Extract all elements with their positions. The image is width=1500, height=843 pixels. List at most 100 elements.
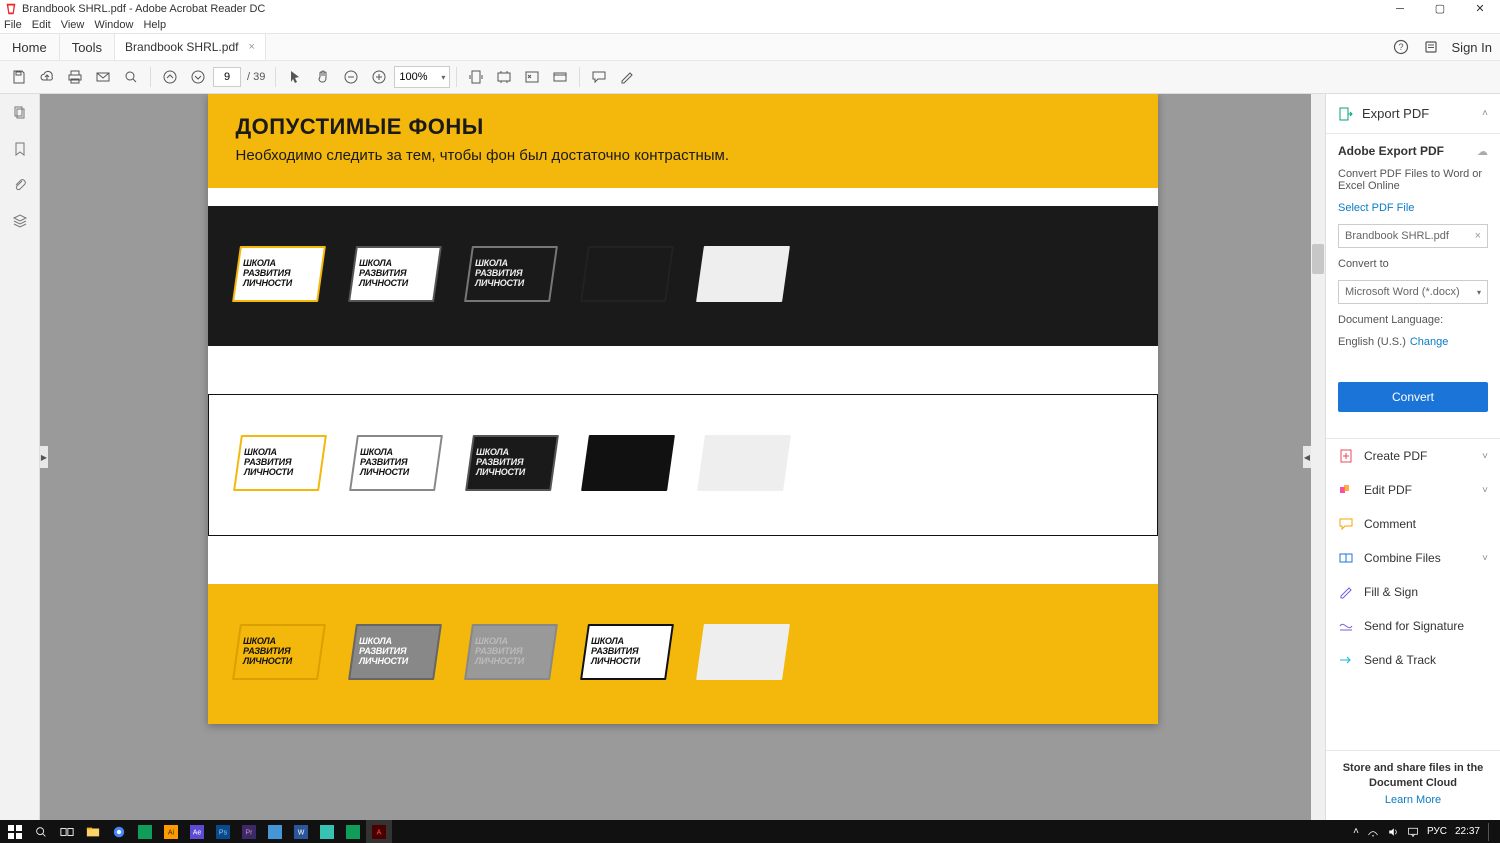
collapse-right-icon[interactable]: ◀ — [1303, 446, 1311, 468]
tab-row: Home Tools Brandbook SHRL.pdf × ? Sign I… — [0, 33, 1500, 61]
show-desktop-button[interactable] — [1488, 823, 1494, 841]
logo-variant: ШКОЛАРАЗВИТИЯЛИЧНОСТИ — [580, 624, 674, 680]
send-signature-icon — [1338, 618, 1354, 634]
page-number-input[interactable] — [213, 67, 241, 87]
hand-icon[interactable] — [310, 64, 336, 90]
cloud-upload-icon[interactable] — [34, 64, 60, 90]
tool-send-signature[interactable]: Send for Signature — [1326, 609, 1500, 643]
taskbar-app-photoshop[interactable]: Ps — [210, 820, 236, 843]
taskbar-app-4[interactable] — [340, 820, 366, 843]
select-file-link[interactable]: Select PDF File — [1338, 202, 1488, 214]
separator — [275, 67, 276, 87]
help-icon[interactable]: ? — [1392, 38, 1410, 56]
convert-format-select[interactable]: Microsoft Word (*.docx) ▾ — [1338, 280, 1488, 304]
taskbar-app-aftereffects[interactable]: Ae — [184, 820, 210, 843]
arrow-cursor-icon[interactable] — [282, 64, 308, 90]
fullscreen-icon[interactable] — [519, 64, 545, 90]
tab-tools[interactable]: Tools — [60, 34, 115, 60]
taskbar-app-premiere[interactable]: Pr — [236, 820, 262, 843]
save-icon[interactable] — [6, 64, 32, 90]
thumbnails-icon[interactable] — [9, 102, 31, 124]
taskbar-app-explorer[interactable] — [80, 820, 106, 843]
taskbar-app-chrome[interactable] — [106, 820, 132, 843]
tray-show-hidden-icon[interactable]: ˄ — [1353, 826, 1359, 837]
page-viewport[interactable]: ▶ ДОПУСТИМЫЕ ФОНЫ Необходимо следить за … — [40, 94, 1325, 820]
page-down-icon[interactable] — [185, 64, 211, 90]
tab-home[interactable]: Home — [0, 34, 60, 60]
maximize-button[interactable]: ▢ — [1420, 0, 1460, 17]
export-pdf-header[interactable]: Export PDF ˄ — [1326, 94, 1500, 134]
tray-action-center-icon[interactable] — [1407, 826, 1419, 838]
separator — [456, 67, 457, 87]
layers-icon[interactable] — [9, 210, 31, 232]
zoom-select[interactable]: 100% ▾ — [394, 66, 450, 88]
start-button[interactable] — [2, 820, 28, 843]
create-pdf-icon — [1338, 448, 1354, 464]
logo-row-light: ШКОЛАРАЗВИТИЯЛИЧНОСТИ ШКОЛАРАЗВИТИЯЛИЧНО… — [208, 394, 1158, 536]
tab-close-icon[interactable]: × — [248, 41, 254, 53]
logo-row-yellow: ШКОЛАРАЗВИТИЯЛИЧНОСТИ ШКОЛАРАЗВИТИЯЛИЧНО… — [208, 584, 1158, 724]
clear-file-icon[interactable]: × — [1475, 230, 1481, 242]
logo-variant — [581, 435, 675, 491]
taskbar-app-1[interactable] — [132, 820, 158, 843]
menu-file[interactable]: File — [4, 19, 22, 31]
close-button[interactable]: ✕ — [1460, 0, 1500, 17]
menu-edit[interactable]: Edit — [32, 19, 51, 31]
tab-document[interactable]: Brandbook SHRL.pdf × — [115, 34, 266, 60]
email-icon[interactable] — [90, 64, 116, 90]
doc-language-label: Document Language: — [1338, 314, 1488, 326]
fit-page-icon[interactable] — [463, 64, 489, 90]
windows-taskbar: Ai Ae Ps Pr W A ˄ РУС 22:37 — [0, 820, 1500, 843]
window-title: Brandbook SHRL.pdf - Adobe Acrobat Reade… — [22, 3, 265, 15]
taskbar-app-3[interactable] — [314, 820, 340, 843]
tool-comment[interactable]: Comment — [1326, 507, 1500, 541]
notification-icon[interactable] — [1422, 38, 1440, 56]
learn-more-link[interactable]: Learn More — [1385, 794, 1441, 806]
read-mode-icon[interactable] — [547, 64, 573, 90]
comment-icon[interactable] — [586, 64, 612, 90]
zoom-out-icon[interactable] — [338, 64, 364, 90]
chevron-down-icon: ▾ — [441, 73, 445, 82]
search-button[interactable] — [28, 820, 54, 843]
tray-network-icon[interactable] — [1367, 826, 1379, 838]
taskbar-app-acrobat-active[interactable]: A — [366, 820, 392, 843]
collapse-left-icon[interactable]: ▶ — [40, 446, 48, 468]
fit-width-icon[interactable] — [491, 64, 517, 90]
tray-volume-icon[interactable] — [1387, 826, 1399, 838]
zoom-in-icon[interactable] — [366, 64, 392, 90]
tool-create-pdf[interactable]: Create PDF ˅ — [1326, 439, 1500, 473]
tray-clock[interactable]: 22:37 — [1455, 826, 1480, 837]
tool-send-track[interactable]: Send & Track — [1326, 643, 1500, 677]
scrollbar[interactable] — [1311, 94, 1325, 820]
search-icon[interactable] — [118, 64, 144, 90]
menu-window[interactable]: Window — [94, 19, 133, 31]
tool-fill-sign[interactable]: Fill & Sign — [1326, 575, 1500, 609]
highlight-icon[interactable] — [614, 64, 640, 90]
attachments-icon[interactable] — [9, 174, 31, 196]
menu-view[interactable]: View — [61, 19, 85, 31]
change-language-link[interactable]: Change — [1410, 336, 1449, 348]
send-track-icon — [1338, 652, 1354, 668]
taskbar-app-illustrator[interactable]: Ai — [158, 820, 184, 843]
file-display[interactable]: Brandbook SHRL.pdf × — [1338, 224, 1488, 248]
bookmarks-icon[interactable] — [9, 138, 31, 160]
right-panel-footer: Store and share files in the Document Cl… — [1326, 750, 1500, 820]
page-up-icon[interactable] — [157, 64, 183, 90]
logo-variant: ШКОЛАРАЗВИТИЯЛИЧНОСТИ — [464, 246, 558, 302]
separator — [150, 67, 151, 87]
language-value: English (U.S.) — [1338, 336, 1406, 348]
menu-help[interactable]: Help — [143, 19, 166, 31]
sign-in-button[interactable]: Sign In — [1452, 40, 1492, 55]
chevron-down-icon: ▾ — [1477, 288, 1481, 297]
taskbar-app-word[interactable]: W — [288, 820, 314, 843]
print-icon[interactable] — [62, 64, 88, 90]
tool-edit-pdf[interactable]: Edit PDF ˅ — [1326, 473, 1500, 507]
tool-combine[interactable]: Combine Files ˅ — [1326, 541, 1500, 575]
logo-variant: ШКОЛАРАЗВИТИЯЛИЧНОСТИ — [232, 624, 326, 680]
minimize-button[interactable]: ─ — [1380, 0, 1420, 17]
task-view-button[interactable] — [54, 820, 80, 843]
tray-language[interactable]: РУС — [1427, 826, 1447, 837]
scrollbar-thumb[interactable] — [1312, 244, 1324, 274]
convert-button[interactable]: Convert — [1338, 382, 1488, 412]
taskbar-app-2[interactable] — [262, 820, 288, 843]
